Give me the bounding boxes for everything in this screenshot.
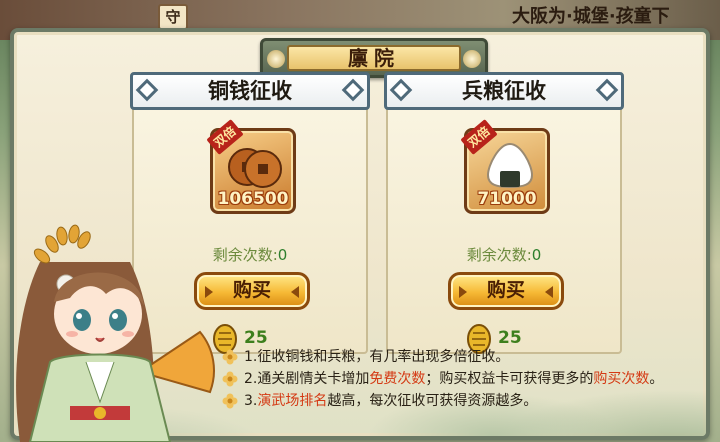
remaining-value: 0 bbox=[531, 246, 542, 264]
reward-amount: 106500 bbox=[217, 189, 289, 209]
buy-button-label: 购买 bbox=[486, 279, 525, 301]
note-item: 3.演武场排名越高，每次征收可获得资源越多。 bbox=[222, 390, 706, 412]
diamond-ornament-icon bbox=[135, 78, 159, 102]
flower-ornament-icon bbox=[463, 50, 481, 68]
page-title: 廪院 bbox=[287, 45, 461, 71]
card-title: 兵粮征收 bbox=[462, 79, 546, 103]
price-value: 25 bbox=[244, 328, 268, 348]
background-text: 大阪为·城堡·孩童下 bbox=[512, 6, 670, 27]
reward-amount: 71000 bbox=[477, 189, 537, 209]
background-tag: 守 bbox=[158, 4, 188, 30]
note-highlight: 购买次数 bbox=[593, 371, 650, 387]
arrow-left-icon bbox=[459, 286, 467, 298]
note-text: 2.通关剧情关卡增加 bbox=[244, 371, 370, 387]
card-header: 兵粮征收 bbox=[384, 72, 624, 110]
copper-coins-icon bbox=[228, 148, 282, 188]
remaining-value: 0 bbox=[277, 246, 288, 264]
note-item: 1.征收铜钱和兵粮，有几率出现多倍征收。 bbox=[222, 346, 706, 368]
flower-ornament-icon bbox=[267, 50, 285, 68]
note-text: 1.征收铜钱和兵粮，有几率出现多倍征收。 bbox=[244, 349, 510, 365]
advisor-character-portrait bbox=[16, 224, 215, 442]
rules-notes: 1.征收铜钱和兵粮，有几率出现多倍征收。 2.通关剧情关卡增加免费次数；购买权益… bbox=[222, 346, 706, 412]
note-highlight: 演武场排名 bbox=[257, 393, 328, 409]
arrow-right-icon bbox=[545, 286, 553, 298]
remaining-count: 剩余次数:0 bbox=[388, 244, 620, 265]
price-value: 25 bbox=[498, 328, 522, 348]
note-text: 。 bbox=[649, 371, 664, 387]
note-text: ；购买权益卡可获得更多的 bbox=[425, 371, 594, 387]
note-text: 越高，每次征收可获得资源越多。 bbox=[327, 393, 538, 409]
diamond-ornament-icon bbox=[341, 78, 365, 102]
grain-collect-card: 兵粮征收 双倍 71000 剩余次数:0 购买 25 bbox=[384, 72, 624, 354]
reward-item-box: 双倍 71000 bbox=[460, 119, 550, 214]
arrow-right-icon bbox=[291, 286, 299, 298]
card-header: 铜钱征收 bbox=[130, 72, 370, 110]
note-item: 2.通关剧情关卡增加免费次数；购买权益卡可获得更多的购买次数。 bbox=[222, 368, 706, 390]
note-highlight: 免费次数 bbox=[369, 371, 426, 387]
onigiri-icon bbox=[486, 142, 534, 189]
reward-item-box: 双倍 106500 bbox=[206, 119, 296, 214]
note-text: 3. bbox=[244, 393, 258, 409]
buy-button[interactable]: 购买 bbox=[448, 272, 564, 310]
diamond-ornament-icon bbox=[389, 78, 413, 102]
diamond-ornament-icon bbox=[595, 78, 619, 102]
remaining-label: 剩余次数: bbox=[466, 246, 532, 264]
buy-button-label: 购买 bbox=[232, 279, 271, 301]
card-title: 铜钱征收 bbox=[208, 79, 292, 103]
